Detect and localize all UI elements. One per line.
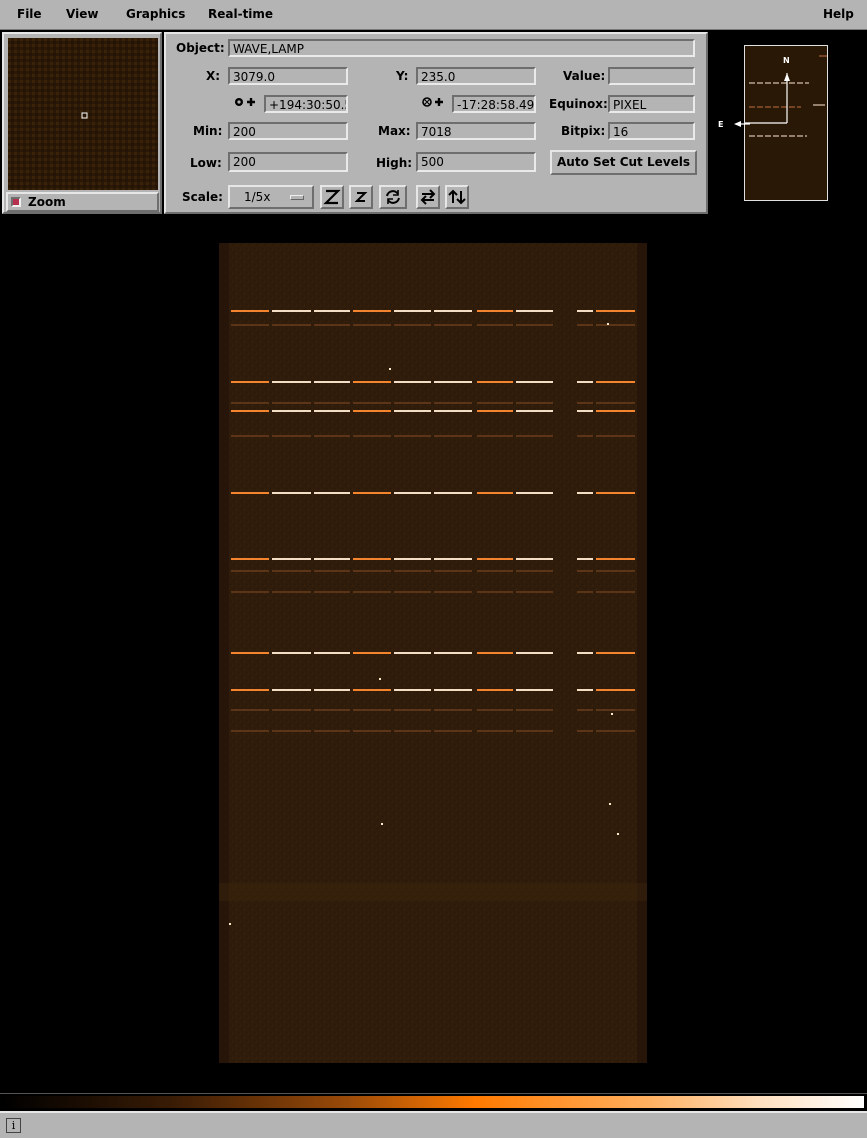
cosmic-ray-dot [611, 713, 613, 715]
menu-help[interactable]: Help [823, 7, 854, 21]
ra-field[interactable]: +194:30:50.56 [264, 95, 348, 113]
scale-value: 1/5x [244, 190, 271, 204]
flip-y-icon [448, 189, 466, 205]
zoom-view[interactable] [8, 38, 158, 190]
max-label: Max: [378, 124, 411, 138]
flip-x-button[interactable] [416, 185, 440, 209]
zoom-image [8, 38, 158, 190]
equinox-label: Equinox: [549, 97, 608, 111]
menu-realtime-label: Real-time [208, 7, 274, 21]
colormap-gradient [2, 1096, 864, 1108]
status-bar: i [0, 1111, 867, 1138]
dec-field[interactable]: -17:28:58.49 [452, 95, 536, 113]
menu-view[interactable]: View [66, 7, 98, 21]
high-input[interactable]: 500 [416, 152, 536, 172]
info-icon[interactable]: i [6, 1118, 21, 1133]
east-label: E [718, 120, 723, 129]
zoom-panel: Zoom [2, 32, 162, 214]
max-field[interactable]: 7018 [416, 122, 536, 140]
value-field[interactable] [608, 67, 695, 85]
y-label: Y: [396, 69, 409, 83]
rotate-button[interactable] [379, 185, 407, 209]
equinox-field[interactable]: PIXEL [608, 95, 695, 113]
object-label: Object: [176, 41, 225, 55]
low-input[interactable]: 200 [228, 152, 348, 172]
info-panel: Object: WAVE,LAMP X: 3079.0 Y: 235.0 Val… [164, 32, 708, 214]
min-field[interactable]: 200 [228, 122, 348, 140]
ra-icon [234, 95, 256, 112]
east-compass: E [718, 120, 750, 129]
zoom-checkbox[interactable] [11, 197, 21, 207]
spectrum-svg [219, 243, 647, 1063]
menu-file[interactable]: File [17, 7, 42, 21]
colorbar[interactable] [0, 1093, 867, 1110]
x-field[interactable]: 3079.0 [228, 67, 348, 85]
pan-view[interactable]: N [744, 45, 828, 201]
cosmic-ray-dot [229, 923, 231, 925]
cosmic-ray-dot [379, 678, 381, 680]
y-field[interactable]: 235.0 [416, 67, 536, 85]
dec-icon [422, 95, 444, 112]
object-field[interactable]: WAVE,LAMP [228, 39, 695, 57]
menu-realtime[interactable]: Real-time [208, 7, 273, 21]
scale-menu-button[interactable]: 1/5x [228, 185, 314, 209]
option-menu-indicator-icon [290, 195, 304, 200]
pan-image: N [745, 46, 827, 200]
zoom-in-button[interactable] [320, 185, 344, 209]
x-label: X: [206, 69, 221, 83]
north-label: N [783, 56, 790, 65]
image-canvas[interactable] [0, 216, 867, 1090]
zoom-in-icon [323, 189, 341, 205]
spectrum-image[interactable] [219, 243, 647, 1063]
scale-label: Scale: [182, 190, 223, 204]
bitpix-label: Bitpix: [561, 124, 606, 138]
flip-x-icon [420, 189, 436, 205]
auto-set-cut-levels-button[interactable]: Auto Set Cut Levels [550, 150, 697, 175]
low-label: Low: [190, 156, 222, 170]
pan-panel: N E [710, 32, 865, 214]
menu-file-label: File [17, 7, 42, 21]
menu-graphics-label: Graphics [126, 7, 186, 21]
control-panel: Zoom Object: WAVE,LAMP X: 3079.0 Y: 235.… [0, 30, 867, 216]
menu-help-label: Help [823, 7, 854, 21]
cosmic-ray-dot [381, 823, 383, 825]
menu-view-label: View [66, 7, 99, 21]
flip-y-button[interactable] [445, 185, 469, 209]
cosmic-ray-dot [389, 368, 391, 370]
rotate-icon [386, 190, 400, 204]
value-label: Value: [563, 69, 606, 83]
high-label: High: [376, 156, 413, 170]
zoom-out-button[interactable] [349, 185, 373, 209]
cosmic-ray-dot [607, 323, 609, 325]
bitpix-field[interactable]: 16 [608, 122, 695, 140]
menu-bar: File View Graphics Real-time Help [0, 0, 867, 30]
menu-graphics[interactable]: Graphics [126, 7, 185, 21]
zoom-toggle[interactable]: Zoom [6, 192, 159, 212]
zoom-out-icon [354, 192, 368, 202]
min-label: Min: [193, 124, 223, 138]
zoom-label: Zoom [28, 195, 66, 209]
cosmic-ray-dot [609, 803, 611, 805]
cosmic-ray-dot [617, 833, 619, 835]
